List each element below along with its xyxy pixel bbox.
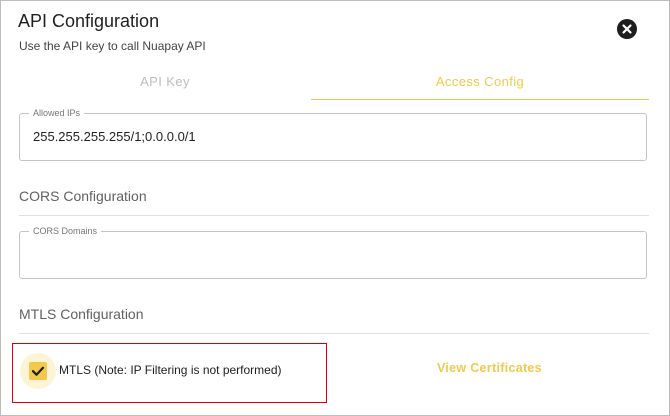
cors-domains-field[interactable]: CORS Domains — [19, 226, 647, 279]
view-certificates-button[interactable]: View Certificates — [437, 361, 542, 375]
tab-bar: API Key Access Config — [19, 63, 649, 100]
dialog-title: API Configuration — [18, 11, 160, 31]
checkmark-icon — [31, 366, 45, 376]
mtls-checkbox-label[interactable]: MTLS (Note: IP Filtering is not performe… — [59, 363, 282, 377]
active-tab-indicator — [311, 99, 649, 100]
close-icon — [622, 24, 632, 34]
mtls-checkbox[interactable] — [29, 362, 47, 380]
cors-domains-label: CORS Domains — [29, 226, 102, 237]
mtls-section-title: MTLS Configuration — [19, 306, 144, 322]
mtls-checkbox-ripple — [20, 353, 56, 389]
cors-section-title: CORS Configuration — [19, 188, 147, 204]
cors-divider — [19, 215, 649, 216]
mtls-divider — [19, 333, 649, 334]
allowed-ips-field[interactable]: Allowed IPs 255.255.255.255/1;0.0.0.0/1 — [19, 108, 647, 161]
dialog-subtitle: Use the API key to call Nuapay API — [19, 39, 206, 53]
tab-api-key[interactable]: API Key — [19, 63, 311, 99]
api-configuration-dialog: API Configuration Use the API key to cal… — [0, 0, 670, 416]
allowed-ips-value: 255.255.255.255/1;0.0.0.0/1 — [33, 129, 196, 144]
allowed-ips-label: Allowed IPs — [29, 108, 85, 119]
close-button[interactable] — [617, 19, 637, 39]
tab-access-config[interactable]: Access Config — [311, 63, 649, 99]
